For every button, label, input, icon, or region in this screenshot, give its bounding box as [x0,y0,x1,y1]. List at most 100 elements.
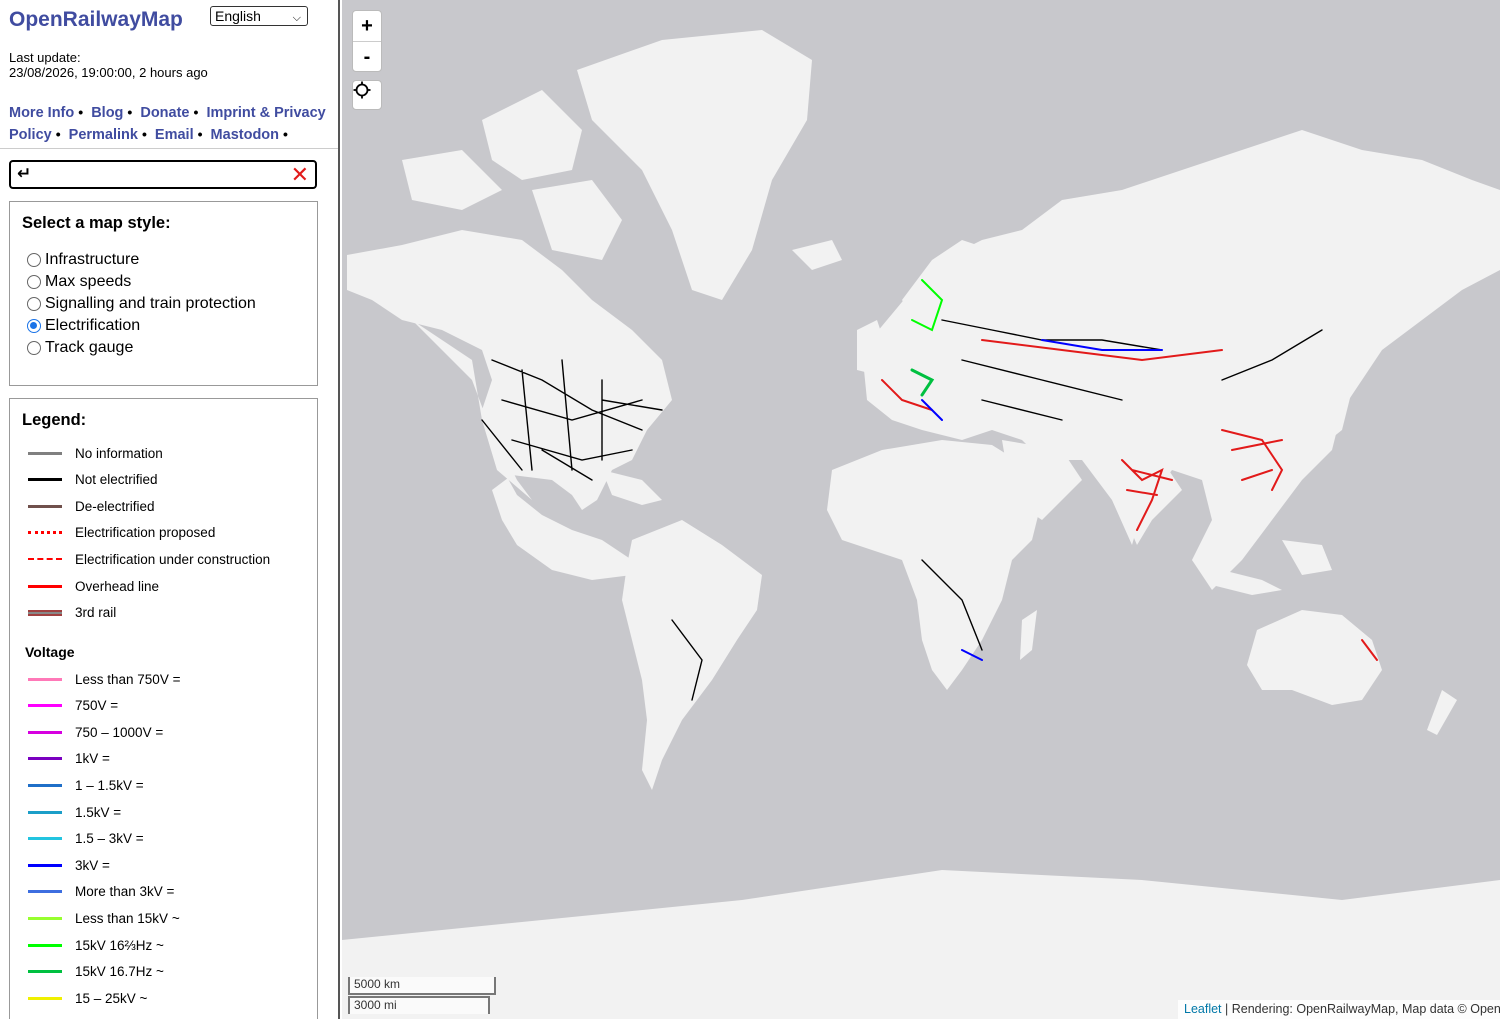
legend-item-label: Electrification under construction [75,551,271,567]
scale-km: 5000 km [348,977,496,995]
legend-item: De-electrified [28,496,155,516]
voltage-item-label: More than 3kV = [75,884,175,900]
voltage-item: 15kV 16.7Hz ~ [28,962,164,982]
voltage-swatch [28,890,62,894]
legend-item-label: De-electrified [75,498,155,514]
legend-item: No information [28,443,163,463]
voltage-heading: Voltage [25,644,75,660]
voltage-item: 750V = [28,696,118,716]
voltage-item-label: 1.5kV = [75,804,122,820]
last-update-value: 23/08/2026, 19:00:00, 2 hours ago [9,65,208,80]
legend-swatch [28,584,62,588]
voltage-item-label: 1kV = [75,751,110,767]
crosshair-icon [353,81,371,99]
donate-link[interactable]: Donate [140,105,189,121]
map-viewport[interactable]: + - 5000 km 3000 mi Leaflet | Rendering:… [342,0,1500,1019]
voltage-item: 15 – 25kV ~ [28,988,147,1008]
voltage-item: More than 3kV = [28,882,174,902]
legend-swatch [28,478,62,482]
permalink-link[interactable]: Permalink [69,127,138,143]
radio-track-gauge[interactable] [27,341,41,355]
legend-item-label: Not electrified [75,472,158,488]
site-title-link[interactable]: OpenRailwayMap [9,8,183,32]
voltage-item: 1kV = [28,749,110,769]
voltage-swatch [28,783,62,787]
voltage-item: 1.5 – 3kV = [28,829,144,849]
more-info-link[interactable]: More Info [9,105,74,121]
attribution-text: | Rendering: OpenRailwayMap, Map data © … [1225,1002,1500,1016]
voltage-item-label: 1 – 1.5kV = [75,777,144,793]
leaflet-link[interactable]: Leaflet [1184,1002,1222,1016]
zoom-out-button[interactable]: - [353,41,381,71]
legend-swatch [28,609,62,616]
zoom-control: + - [352,10,382,72]
legend-item: Overhead line [28,576,159,596]
language-select-value: English [215,8,261,24]
voltage-swatch [28,704,62,708]
map-style-heading: Select a map style: [22,214,171,232]
voltage-swatch [28,677,62,681]
voltage-swatch [28,730,62,734]
email-link[interactable]: Email [155,127,194,143]
divider [0,148,338,149]
style-option-track-gauge[interactable]: Track gauge [27,338,133,358]
mastodon-link[interactable]: Mastodon [211,127,279,143]
sidebar: OpenRailwayMap English ⌵ Last update: 23… [0,0,340,1019]
style-option-max-speeds[interactable]: Max speeds [27,272,131,292]
voltage-swatch [28,757,62,761]
legend-item-label: Electrification proposed [75,525,216,541]
legend-swatch [28,504,62,508]
voltage-item-label: Less than 750V = [75,671,181,687]
world-map [342,0,1500,1019]
voltage-item-label: Less than 15kV ~ [75,910,180,926]
voltage-item: 1 – 1.5kV = [28,775,144,795]
legend-swatch [28,558,62,561]
legend-item-label: Overhead line [75,578,160,594]
chevron-down-icon: ⌵ [292,12,301,24]
voltage-item: 15kV 16⅔Hz ~ [28,935,164,955]
voltage-swatch [28,970,62,974]
scale-bar: 5000 km 3000 mi [348,977,496,1014]
legend-item-label: No information [75,445,163,461]
close-icon[interactable]: ✕ [291,163,309,187]
legend-heading: Legend: [22,411,87,429]
attribution: Leaflet | Rendering: OpenRailwayMap, Map… [1178,1000,1500,1019]
voltage-item: 1.5kV = [28,802,121,822]
radio-max-speeds[interactable] [27,275,41,289]
voltage-swatch [28,996,62,1000]
legend-swatch [28,451,62,455]
radio-signalling[interactable] [27,297,41,311]
voltage-swatch [28,943,62,947]
zoom-in-button[interactable]: + [353,11,381,41]
legend-item-label: 3rd rail [75,605,117,621]
voltage-item-label: 750V = [75,698,119,714]
voltage-item-label: 1.5 – 3kV = [75,831,144,847]
voltage-item-label: 3kV = [75,857,110,873]
last-update: Last update: 23/08/2026, 19:00:00, 2 hou… [9,50,208,80]
style-option-infrastructure[interactable]: Infrastructure [27,250,139,270]
legend-swatch [28,531,62,535]
style-option-signalling[interactable]: Signalling and train protection [27,294,256,314]
voltage-item-label: 15 – 25kV ~ [75,990,148,1006]
voltage-item: Less than 750V = [28,669,180,689]
voltage-swatch [28,837,62,841]
locate-button[interactable] [352,80,382,110]
style-option-electrification[interactable]: Electrification [27,316,140,336]
legend-item: Electrification proposed [28,523,215,543]
legend-item: Electrification under construction [28,549,270,569]
radio-infrastructure[interactable] [27,253,41,267]
nav-links: More Info • Blog • Donate • Imprint & Priva… [9,104,326,143]
search-input[interactable] [39,165,279,185]
map-style-panel: Select a map style: Infrastructure Max s… [9,201,318,386]
language-select[interactable]: English ⌵ [210,6,308,26]
voltage-item: Less than 15kV ~ [28,908,180,928]
voltage-swatch [28,863,62,867]
radio-electrification[interactable] [27,319,41,333]
last-update-label: Last update: [9,50,81,65]
enter-icon[interactable]: ↵ [17,164,31,184]
voltage-item-label: 750 – 1000V = [75,724,164,740]
scale-mi: 3000 mi [348,996,490,1014]
voltage-item-label: 15kV 16.7Hz ~ [75,964,164,980]
search-box: ↵ ✕ [9,160,317,189]
blog-link[interactable]: Blog [91,105,123,121]
